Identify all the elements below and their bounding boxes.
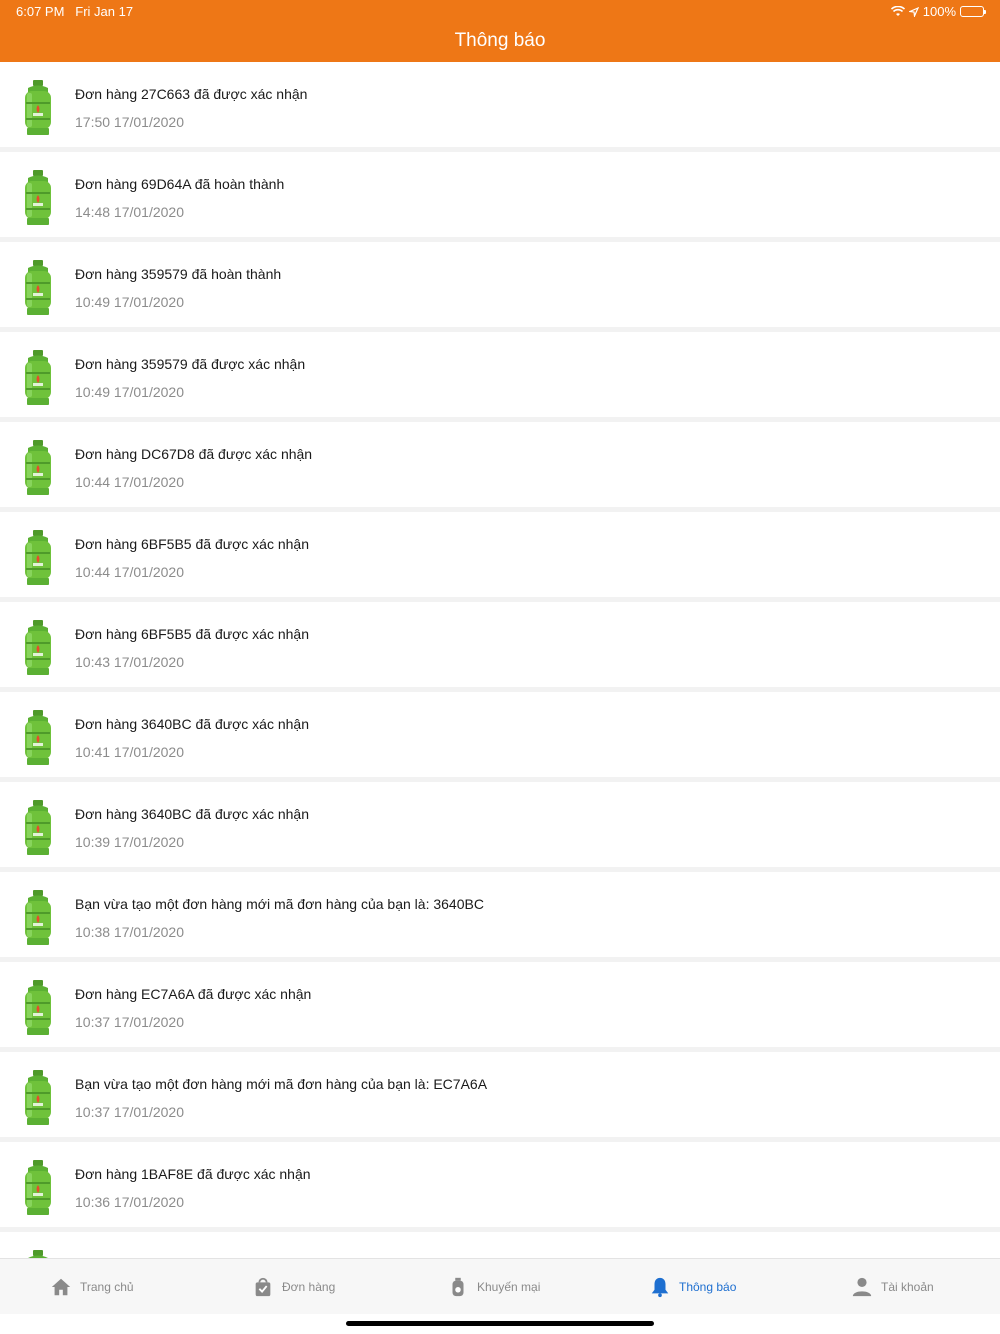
tab-orders[interactable]: Đơn hàng [252, 1259, 335, 1315]
notification-time: 10:49 17/01/2020 [75, 384, 184, 400]
notification-item[interactable]: Đơn hàng 6BF5B5 đã được xác nhận 10:43 17… [0, 602, 1000, 687]
gas-cylinder-icon [25, 170, 51, 225]
notification-item[interactable]: Đơn hàng 359579 đã được xác nhận 10:49 17… [0, 332, 1000, 417]
notification-message: Đơn hàng 3640BC đã được xác nhận [75, 806, 309, 822]
notification-time: 10:39 17/01/2020 [75, 834, 184, 850]
gas-cylinder-icon [25, 890, 51, 945]
page-title: Thông báo [454, 30, 546, 51]
wifi-icon [890, 6, 905, 16]
notification-item[interactable]: Bạn vừa tạo một đơn hàng mới mã đơn hàng… [0, 872, 1000, 957]
notification-item[interactable]: Đơn hàng 1BAF8E đã được xác nhận [0, 1232, 1000, 1258]
notification-message: Đơn hàng EC7A6A đã được xác nhận [75, 986, 312, 1002]
notification-message: Đơn hàng 27C663 đã được xác nhận [75, 86, 308, 102]
gas-cylinder-icon [25, 710, 51, 765]
gas-cylinder-icon [25, 1160, 51, 1215]
gas-bottle-icon [452, 1277, 464, 1297]
notification-message: Đơn hàng 6BF5B5 đã được xác nhận [75, 626, 309, 642]
gas-cylinder-icon [28, 1250, 48, 1258]
tab-label: Khuyến mại [477, 1280, 541, 1294]
gas-cylinder-icon [25, 1070, 51, 1125]
notification-message: Bạn vừa tạo một đơn hàng mới mã đơn hàng… [75, 896, 484, 912]
tab-label: Đơn hàng [282, 1280, 336, 1294]
gas-cylinder-icon [25, 440, 51, 495]
battery-icon [960, 6, 986, 17]
notification-time: 10:36 17/01/2020 [75, 1194, 184, 1210]
bell-icon [651, 1277, 669, 1298]
notification-item[interactable]: Đơn hàng 3640BC đã được xác nhận 10:41 17… [0, 692, 1000, 777]
location-arrow-icon [908, 6, 919, 17]
tab-promotions[interactable]: Khuyến mại [447, 1259, 540, 1315]
notification-item[interactable]: Đơn hàng 3640BC đã được xác nhận 10:39 17… [0, 782, 1000, 867]
gas-cylinder-icon [25, 260, 51, 315]
notification-time: 10:37 17/01/2020 [75, 1014, 184, 1030]
notification-item[interactable]: Đơn hàng 27C663 đã được xác nhận 17:50 17… [0, 62, 1000, 147]
notification-time: 10:38 17/01/2020 [75, 924, 184, 940]
notification-time: 10:49 17/01/2020 [75, 294, 184, 310]
notification-time: 10:44 17/01/2020 [75, 474, 184, 490]
battery-percent: 100% [922, 4, 956, 19]
notification-message: Bạn vừa tạo một đơn hàng mới mã đơn hàng… [75, 1076, 488, 1092]
notification-item[interactable]: Đơn hàng 359579 đã hoàn thành 10:49 17/01… [0, 242, 1000, 327]
gas-cylinder-icon [25, 350, 51, 405]
notification-list[interactable]: Đơn hàng 27C663 đã được xác nhận 17:50 17… [0, 62, 1000, 1258]
status-indicators: 100% [890, 4, 986, 19]
notification-time: 17:50 17/01/2020 [75, 114, 184, 130]
notification-item[interactable]: Đơn hàng DC67D8 đã được xác nhận 10:44 17… [0, 422, 1000, 507]
notification-message: Đơn hàng 69D64A đã hoàn thành [75, 176, 285, 192]
notification-item[interactable]: Đơn hàng EC7A6A đã được xác nhận 10:37 17… [0, 962, 1000, 1047]
notification-message: Đơn hàng 359579 đã được xác nhận [75, 356, 306, 372]
notification-time: 10:44 17/01/2020 [75, 564, 184, 580]
gas-cylinder-icon [25, 620, 51, 675]
tab-home[interactable]: Trang chủ [50, 1259, 134, 1315]
notification-item[interactable]: Bạn vừa tạo một đơn hàng mới mã đơn hàng… [0, 1052, 1000, 1137]
notification-item[interactable]: Đơn hàng 6BF5B5 đã được xác nhận 10:44 17… [0, 512, 1000, 597]
notification-time: 10:43 17/01/2020 [75, 654, 184, 670]
tab-label: Thông báo [679, 1280, 737, 1294]
home-icon [51, 1278, 71, 1296]
notification-message: Đơn hàng 359579 đã hoàn thành [75, 266, 282, 282]
status-time: 6:07 PM Fri Jan 17 [16, 4, 134, 19]
user-icon [852, 1277, 872, 1297]
notification-time: 14:48 17/01/2020 [75, 204, 184, 220]
notification-item[interactable]: Đơn hàng 1BAF8E đã được xác nhận 10:36 17… [0, 1142, 1000, 1227]
notification-time: 10:37 17/01/2020 [75, 1104, 184, 1120]
notification-message: Đơn hàng DC67D8 đã được xác nhận [75, 446, 313, 462]
tab-account[interactable]: Tài khoản [851, 1259, 934, 1315]
notification-message: Đơn hàng 3640BC đã được xác nhận [75, 716, 309, 732]
notification-message: Đơn hàng 1BAF8E đã được xác nhận [75, 1166, 311, 1182]
tab-bar: Trang chủ Đơn hàng Khuyến mại Thông báo … [0, 1258, 1000, 1314]
notification-message: Đơn hàng 6BF5B5 đã được xác nhận [75, 536, 309, 552]
gas-cylinder-icon [25, 980, 51, 1035]
gas-cylinder-icon [25, 800, 51, 855]
notification-item[interactable]: Đơn hàng 69D64A đã hoàn thành 14:48 17/01… [0, 152, 1000, 237]
app-header: 6:07 PM Fri Jan 17 100% Thông báo [0, 0, 1000, 62]
notification-time: 10:41 17/01/2020 [75, 744, 184, 760]
shopping-bag-icon [255, 1277, 271, 1297]
gas-cylinder-icon [25, 80, 51, 135]
home-indicator[interactable] [346, 1321, 654, 1326]
tab-notifications[interactable]: Thông báo [649, 1259, 736, 1315]
tab-label: Tài khoản [881, 1280, 934, 1294]
gas-cylinder-icon [25, 530, 51, 585]
tab-label: Trang chủ [80, 1280, 134, 1294]
